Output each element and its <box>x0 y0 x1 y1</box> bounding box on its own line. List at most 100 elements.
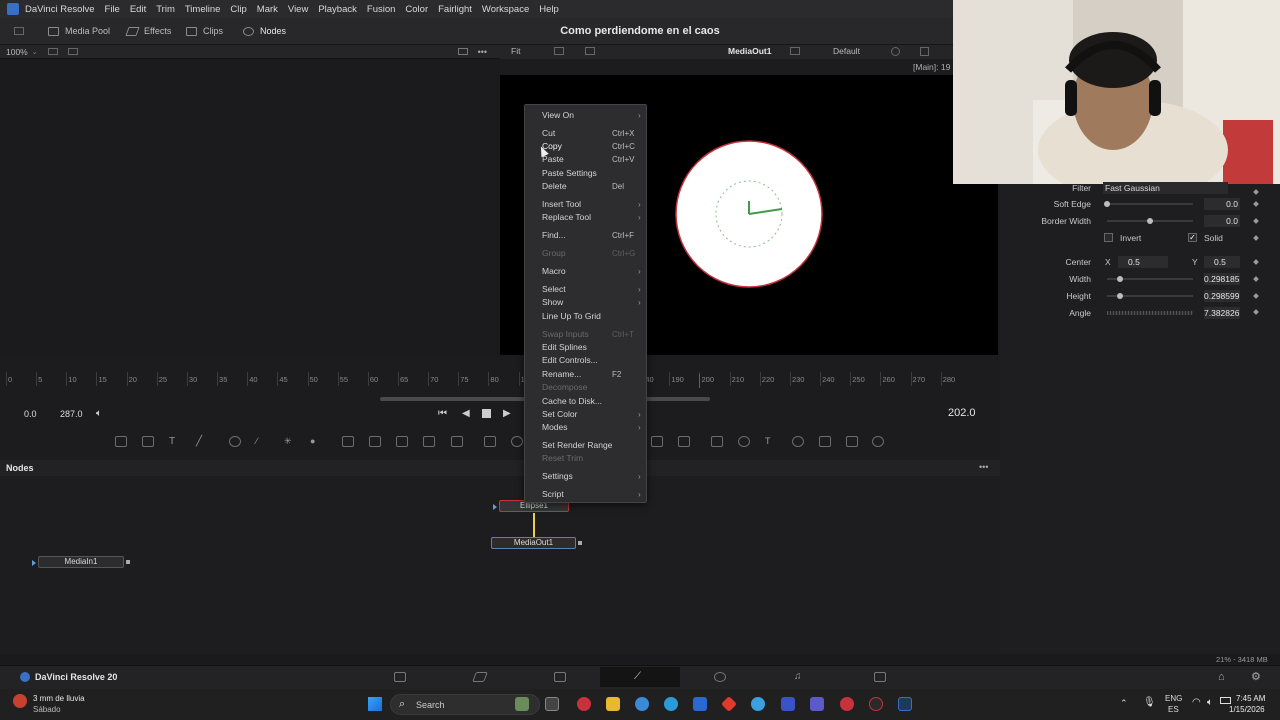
fusion-page-icon[interactable]: ⟋ <box>634 672 646 682</box>
polygon-tool-icon[interactable]: ⁄ <box>256 436 268 447</box>
time-ruler[interactable]: 0510152025303540455055606570758010011012… <box>0 370 1000 390</box>
border-width-field[interactable]: 0.0 <box>1204 215 1240 227</box>
left-viewer-zoom[interactable]: 100% <box>6 47 28 57</box>
angle-field[interactable]: 7.382826 <box>1204 307 1240 319</box>
brush-tool-icon[interactable]: ╱ <box>196 436 208 447</box>
widgets-icon[interactable] <box>515 697 529 711</box>
context-menu-item[interactable]: Show › <box>525 296 646 309</box>
3d-shape-tool-icon[interactable] <box>651 436 663 447</box>
edge-icon[interactable] <box>664 697 678 711</box>
battery-icon[interactable] <box>1220 697 1231 704</box>
menu-color[interactable]: Color <box>405 4 428 15</box>
microphone-icon[interactable]: 🎙︎ <box>1143 697 1156 708</box>
app-dark-icon[interactable] <box>869 697 883 711</box>
context-menu-item[interactable]: Select › <box>525 283 646 296</box>
menu-fairlight[interactable]: Fairlight <box>438 4 472 15</box>
windows-start-icon[interactable] <box>368 697 382 711</box>
roi-icon[interactable] <box>790 47 800 55</box>
speaker-icon[interactable]: 🔈︎ <box>96 408 102 419</box>
text-tool-icon[interactable]: T <box>169 436 181 447</box>
play-reverse-icon[interactable]: ◀ <box>462 408 470 419</box>
volume-icon[interactable]: 🔈︎ <box>1207 697 1213 708</box>
fairlight-page-icon[interactable]: ♫ <box>794 672 806 682</box>
context-menu-item[interactable]: Cache to Disk... <box>525 395 646 408</box>
current-frame[interactable]: 202.0 <box>948 407 976 419</box>
slider-knob[interactable] <box>1117 293 1123 299</box>
color-channel-icon[interactable] <box>891 47 900 56</box>
mediaout-node[interactable]: MediaOut1 <box>491 537 576 549</box>
context-menu-item[interactable]: Set Color › <box>525 408 646 421</box>
menu-timeline[interactable]: Timeline <box>185 4 221 15</box>
context-menu-item[interactable]: Delete Del <box>525 180 646 193</box>
solid-checkbox[interactable]: ✓ <box>1188 233 1197 242</box>
menu-fusion[interactable]: Fusion <box>367 4 396 15</box>
context-menu-item[interactable]: Line Up To Grid <box>525 310 646 323</box>
context-menu-item[interactable]: Modes › <box>525 421 646 434</box>
single-viewer-icon[interactable] <box>457 48 468 55</box>
camera-3d-icon[interactable] <box>711 436 723 447</box>
weather-text[interactable]: 3 mm de lluvia <box>33 694 85 703</box>
context-menu-item[interactable]: Find... Ctrl+F <box>525 229 646 242</box>
chevron-down-icon[interactable]: ⌄ <box>32 48 38 56</box>
droplet-tool-icon[interactable]: ● <box>310 436 322 447</box>
particle-tool-icon[interactable] <box>229 436 241 447</box>
mediain-node[interactable]: MediaIn1 <box>38 556 124 568</box>
task-view-icon[interactable] <box>545 697 559 711</box>
renderer-3d-icon[interactable] <box>819 436 831 447</box>
ellipse-mask-icon[interactable] <box>511 436 523 447</box>
weather-icon[interactable] <box>13 694 27 708</box>
context-menu-item[interactable]: Script › <box>525 488 646 501</box>
color-page-icon[interactable] <box>714 672 726 682</box>
end-time[interactable]: 287.0 <box>60 409 83 419</box>
menu-trim[interactable]: Trim <box>156 4 175 15</box>
go-to-start-icon[interactable]: ⏮︎ <box>438 408 447 419</box>
slider-knob[interactable] <box>1104 201 1110 207</box>
davinci-taskbar-icon[interactable] <box>898 697 912 711</box>
paint-tool-icon[interactable] <box>142 436 154 447</box>
invert-checkbox[interactable] <box>1104 233 1113 242</box>
merge-tool-icon[interactable] <box>342 436 354 447</box>
context-menu-item[interactable]: Edit Controls... <box>525 354 646 367</box>
input-triangle-icon[interactable] <box>32 560 36 566</box>
menu-workspace[interactable]: Workspace <box>482 4 529 15</box>
text-3d-icon[interactable]: T <box>765 436 777 447</box>
slider-knob[interactable] <box>1117 276 1123 282</box>
border-width-slider[interactable] <box>1107 218 1193 224</box>
transform-tool-icon[interactable] <box>369 436 381 447</box>
menu-playback[interactable]: Playback <box>318 4 357 15</box>
input-triangle-icon[interactable] <box>493 504 497 510</box>
crop-tool-icon[interactable] <box>423 436 435 447</box>
clock-date[interactable]: 1/15/2026 <box>1229 705 1265 714</box>
deliver-page-icon[interactable] <box>874 672 886 682</box>
chevron-up-icon[interactable]: ⌃ <box>1120 698 1128 709</box>
spherical-camera-icon[interactable] <box>872 436 884 447</box>
merge-3d-icon[interactable] <box>792 436 804 447</box>
clock-time[interactable]: 7:45 AM <box>1236 694 1265 703</box>
layout-icon[interactable] <box>554 47 564 55</box>
context-menu-item[interactable]: Edit Splines <box>525 341 646 354</box>
file-explorer-icon[interactable] <box>606 697 620 711</box>
app-indigo-icon[interactable] <box>781 697 795 711</box>
overlay-icon[interactable] <box>67 48 78 55</box>
store-icon[interactable] <box>693 697 707 711</box>
teams-icon[interactable] <box>810 697 824 711</box>
more-options-icon[interactable]: ••• <box>979 462 988 472</box>
center-y-field[interactable]: 0.5 <box>1204 256 1240 268</box>
start-time[interactable]: 0.0 <box>24 409 37 419</box>
height-slider[interactable] <box>1107 293 1193 299</box>
height-field[interactable]: 0.298599 <box>1204 290 1240 302</box>
language-secondary[interactable]: ES <box>1168 705 1179 714</box>
context-menu-item[interactable]: Macro › <box>525 265 646 278</box>
chrome-icon[interactable] <box>635 697 649 711</box>
filter-dropdown[interactable]: Fast Gaussian <box>1103 182 1228 194</box>
overlay-icon[interactable] <box>585 47 595 55</box>
app-blue-icon[interactable] <box>751 697 765 711</box>
light-3d-icon[interactable] <box>738 436 750 447</box>
width-field[interactable]: 0.298185 <box>1204 273 1240 285</box>
resize-tool-icon[interactable] <box>396 436 408 447</box>
app-red-icon[interactable] <box>577 697 591 711</box>
output-port-icon[interactable] <box>126 560 130 564</box>
context-menu-item[interactable]: Paste Settings <box>525 167 646 180</box>
light-tool-icon[interactable]: ✳ <box>284 436 296 447</box>
menu-view[interactable]: View <box>288 4 308 15</box>
